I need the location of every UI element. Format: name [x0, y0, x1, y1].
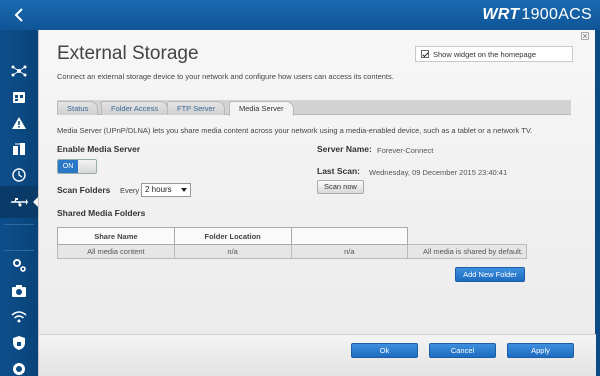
cell-share-name: All media content [57, 244, 175, 259]
ok-button[interactable]: Ok [351, 343, 418, 358]
enable-media-server-label: Enable Media Server [57, 144, 141, 154]
column-header-share-name: Share Name [57, 227, 175, 245]
server-name-label: Server Name: [317, 144, 372, 154]
troubleshoot-icon[interactable] [8, 358, 30, 376]
tab-bar: Status Folder Access FTP Server Media Se… [57, 100, 571, 116]
cell-folder-location: n/a [173, 244, 292, 259]
settings-icon[interactable] [8, 254, 30, 276]
last-scan-label: Last Scan: [317, 166, 360, 176]
chevron-left-icon [14, 8, 23, 22]
toggle-on-label: ON [58, 160, 78, 173]
network-map-icon[interactable] [8, 60, 30, 82]
scan-folders-label: Scan Folders [57, 185, 111, 195]
brand-prefix: WRT [482, 6, 520, 23]
column-header-blank [290, 227, 409, 245]
top-bar: WRT 1900ACS [0, 0, 600, 30]
show-widget-label: Show widget on the homepage [433, 49, 536, 59]
last-scan-value: Wednesday, 09 December 2015 23:40:41 [369, 168, 508, 177]
checkbox-checked-icon[interactable] [421, 50, 429, 58]
cancel-button[interactable]: Cancel [429, 343, 496, 358]
clock-icon[interactable] [8, 164, 30, 186]
column-header-folder-location: Folder Location [173, 227, 292, 245]
media-server-description: Media Server (UPnP/DLNA) lets you share … [57, 126, 533, 135]
server-name-value: Forever-Connect [377, 146, 434, 155]
column-header-blank [408, 228, 527, 245]
back-button[interactable] [0, 0, 38, 30]
parental-icon[interactable] [8, 138, 30, 160]
tab-folder-access[interactable]: Folder Access [101, 101, 169, 115]
scan-interval-select[interactable]: 2 hours [141, 183, 191, 197]
wifi-icon[interactable] [8, 306, 30, 328]
toggle-knob [78, 160, 96, 173]
alert-icon[interactable] [8, 112, 30, 134]
media-server-toggle[interactable]: ON [57, 159, 97, 174]
shared-media-folders-heading: Shared Media Folders [57, 208, 146, 218]
scan-now-button[interactable]: Scan now [317, 180, 364, 194]
external-storage-panel: × External Storage Connect an external s… [38, 30, 596, 376]
brand-model: 1900ACS [521, 6, 592, 23]
tab-ftp-server[interactable]: FTP Server [167, 101, 226, 115]
close-icon[interactable]: × [581, 32, 589, 41]
footer-bar: Ok Cancel Apply [39, 335, 596, 376]
scan-interval-value: 2 hours [145, 185, 172, 194]
chevron-down-icon [181, 188, 187, 192]
add-new-folder-button[interactable]: Add New Folder [455, 267, 525, 282]
apply-button[interactable]: Apply [507, 343, 574, 358]
page-title: External Storage [57, 43, 199, 64]
shared-folders-table: Share Name Folder Location All media con… [57, 227, 527, 259]
sidebar-divider [4, 224, 34, 225]
sidebar-divider [4, 250, 34, 251]
every-label: Every [120, 186, 140, 195]
tab-media-server[interactable]: Media Server [229, 101, 294, 116]
table-header-row: Share Name Folder Location [57, 227, 527, 245]
camera-icon[interactable] [8, 280, 30, 302]
show-widget-checkbox[interactable]: Show widget on the homepage [415, 46, 573, 62]
tab-status[interactable]: Status [57, 101, 99, 115]
brand-logo: WRT 1900ACS [482, 6, 592, 24]
cell-value: n/a [290, 244, 409, 259]
security-icon[interactable] [8, 332, 30, 354]
cell-note: All media is shared by default. [407, 244, 527, 259]
usb-storage-icon[interactable] [0, 186, 38, 218]
device-list-icon[interactable] [8, 86, 30, 108]
page-subtitle: Connect an external storage device to yo… [57, 72, 394, 81]
table-row[interactable]: All media content n/a n/a All media is s… [57, 244, 527, 259]
sidebar [0, 30, 38, 376]
